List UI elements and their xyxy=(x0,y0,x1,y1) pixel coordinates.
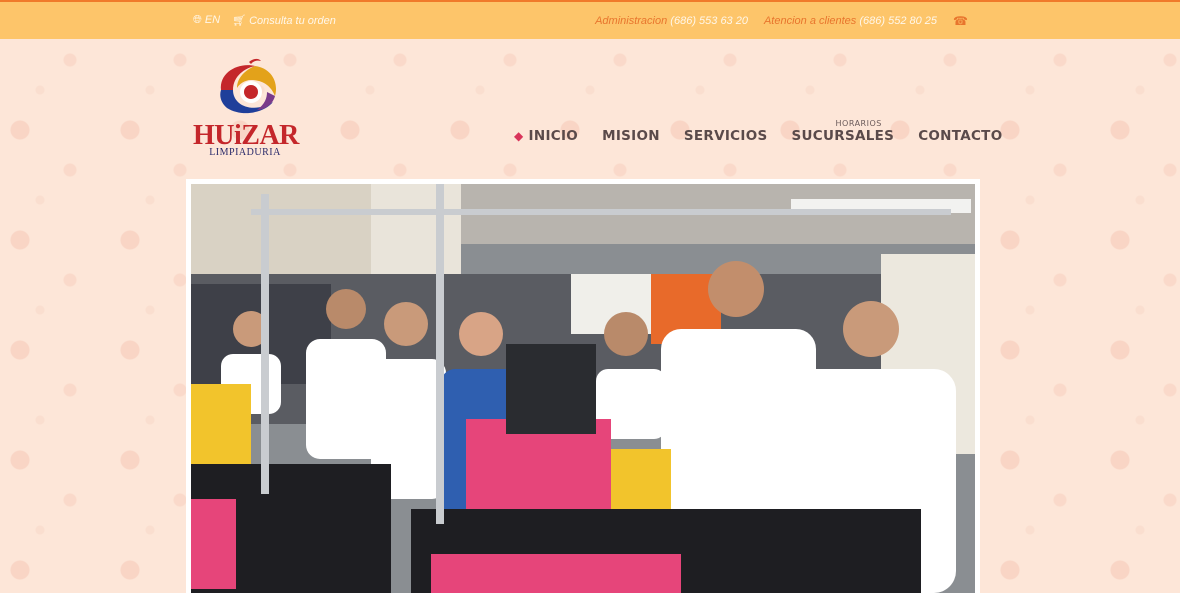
nav-mision-label: MISION xyxy=(602,128,660,144)
nav-item-mision[interactable]: MISION xyxy=(602,128,660,144)
nav-sucursales-label: SUCURSALES xyxy=(791,128,895,144)
nav-contacto-label: CONTACTO xyxy=(918,128,1003,144)
nav-item-servicios[interactable]: SERVICIOS xyxy=(684,128,768,144)
top-bar-contacts: Administracion (686) 553 63 20 Atencion … xyxy=(595,14,968,28)
nav-sucursales-sup: HORARIOS xyxy=(835,119,882,128)
order-lookup-link[interactable]: 🛒︎ Consulta tu orden xyxy=(232,14,336,27)
nav-item-inicio[interactable]: ◆ INICIO xyxy=(514,128,578,144)
logo-subtitle: LIMPIADURIA xyxy=(209,147,281,158)
hero-photo xyxy=(191,184,975,593)
nav-servicios-label: SERVICIOS xyxy=(683,128,768,144)
nav-item-contacto[interactable]: CONTACTO xyxy=(918,128,1002,144)
language-switch[interactable]: 🌐︎ EN xyxy=(193,14,220,27)
top-bar: 🌐︎ EN 🛒︎ Consulta tu orden Administracion … xyxy=(0,0,1180,39)
support-phone: (686) 552 80 25 xyxy=(859,15,938,27)
logo-emblem xyxy=(220,58,277,114)
globe-icon: 🌐︎ xyxy=(193,14,202,26)
admin-label: Administracion xyxy=(595,15,668,27)
admin-phone: (686) 553 63 20 xyxy=(670,15,748,27)
nav-inicio-label: INICIO xyxy=(528,128,579,144)
phone-icon[interactable]: ☎ xyxy=(953,14,968,28)
support-label: Atencion a clientes xyxy=(763,15,857,27)
hero-image xyxy=(186,179,980,593)
support-contact[interactable]: Atencion a clientes (686) 552 80 25 xyxy=(764,15,937,27)
cart-icon: 🛒︎ xyxy=(232,15,247,27)
language-label: EN xyxy=(204,14,221,26)
order-lookup-label: Consulta tu orden xyxy=(249,15,336,27)
main-nav: ◆ INICIO MISION SERVICIOS HORARIOS SUCURS… xyxy=(514,119,1002,144)
top-bar-left: 🌐︎ EN 🛒︎ Consulta tu orden xyxy=(193,14,336,27)
admin-contact[interactable]: Administracion (686) 553 63 20 xyxy=(595,15,748,27)
logo[interactable]: HUiZAR LIMPIADURIA xyxy=(193,58,299,162)
nav-item-sucursales[interactable]: HORARIOS SUCURSALES xyxy=(791,119,895,144)
tag-icon: ◆ xyxy=(514,129,524,143)
